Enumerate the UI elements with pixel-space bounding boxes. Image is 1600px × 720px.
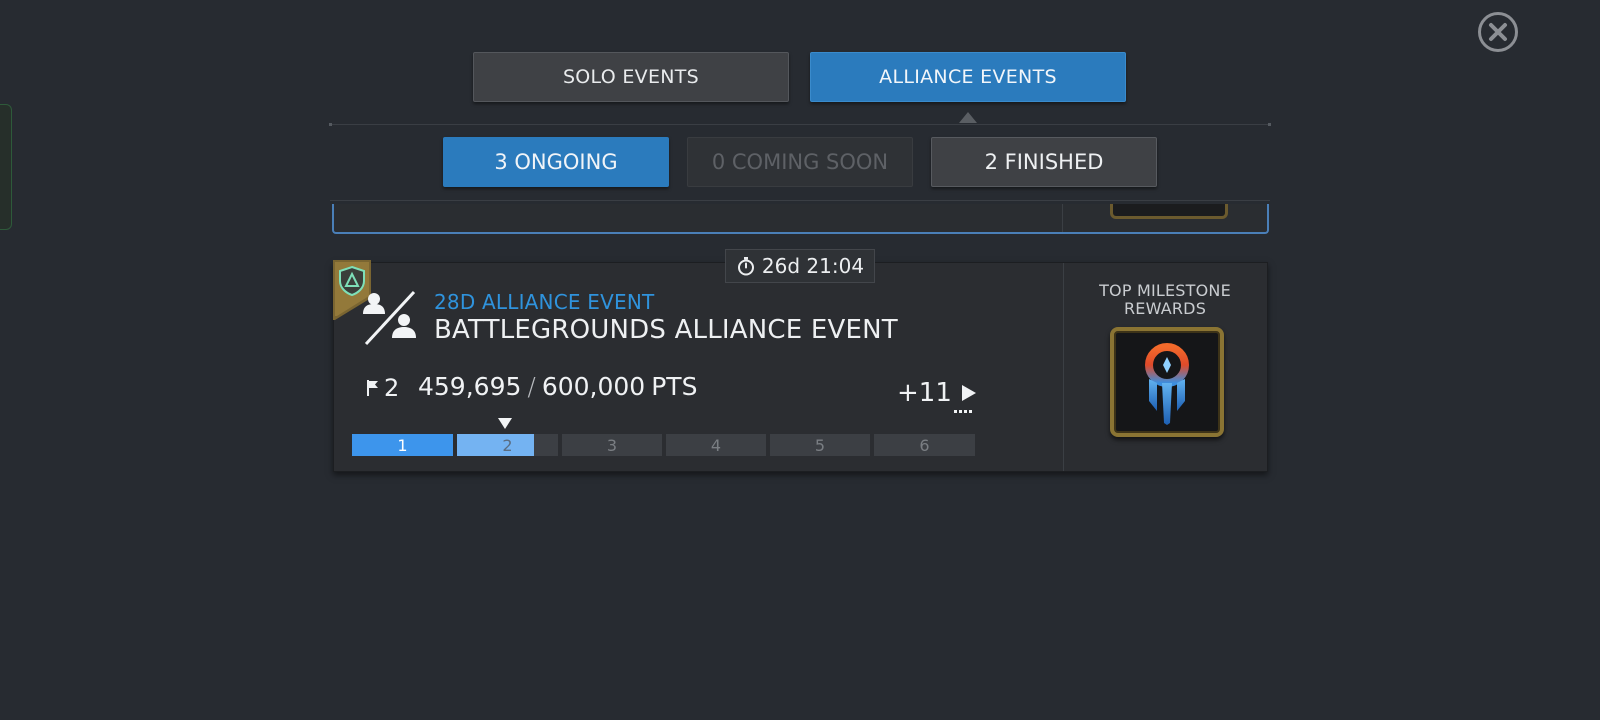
timer-text: 26d 21:04 — [761, 254, 865, 278]
milestone-segment: 4 — [666, 434, 766, 456]
tab-alliance-events[interactable]: ALLIANCE EVENTS — [810, 52, 1126, 102]
battlegrounds-icon — [363, 290, 416, 346]
filter-ongoing[interactable]: 3 ONGOING — [443, 137, 669, 187]
milestone-segment: 5 — [770, 434, 870, 456]
milestone-label: 6 — [919, 435, 930, 455]
more-milestones-count: +11 — [897, 378, 952, 408]
reward-header: TOP MILESTONE REWARDS — [1099, 281, 1231, 318]
more-milestones-button[interactable]: +11 — [897, 378, 978, 408]
milestone-segment: 1 — [352, 434, 453, 456]
divider-end-dot — [1268, 123, 1271, 126]
milestone-label: 3 — [606, 435, 618, 455]
card-separator — [1062, 204, 1063, 232]
side-panel-tab[interactable] — [0, 104, 12, 230]
points-unit: PTS — [651, 372, 698, 401]
points-separator: / — [527, 372, 536, 401]
more-dots-icon — [954, 410, 972, 413]
milestone-segment: 2 — [457, 434, 558, 456]
milestone-segment: 6 — [874, 434, 975, 456]
milestone-label: 5 — [814, 435, 826, 455]
divider-end-dot — [329, 123, 332, 126]
filters-divider — [330, 200, 1270, 201]
filter-coming-soon[interactable]: 0 COMING SOON — [687, 137, 913, 187]
active-tab-pointer — [959, 112, 977, 123]
filter-finished[interactable]: 2 FINISHED — [931, 137, 1157, 187]
close-icon — [1489, 23, 1507, 41]
milestone-progress-fill — [457, 434, 534, 456]
points-current: 459,695 — [418, 372, 522, 401]
milestone-label: 4 — [710, 435, 722, 455]
stopwatch-icon — [737, 257, 754, 276]
tab-solo-events[interactable]: SOLO EVENTS — [473, 52, 789, 102]
milestone-segment: 3 — [562, 434, 662, 456]
play-icon — [961, 385, 976, 401]
crystal-reward-icon — [1145, 343, 1189, 425]
close-button[interactable] — [1478, 12, 1518, 52]
flag-icon — [367, 380, 378, 396]
progress-marker — [498, 418, 512, 429]
tabs-divider — [330, 124, 1270, 125]
current-milestone: 2 — [366, 374, 399, 402]
event-type-label: 28D ALLIANCE EVENT — [434, 290, 655, 314]
event-points: 459,695 / 600,000 PTS — [418, 372, 697, 401]
event-title: BATTLEGROUNDS ALLIANCE EVENT — [434, 315, 898, 345]
previous-reward-frame — [1110, 204, 1228, 219]
points-target: 600,000 — [541, 372, 646, 401]
event-timer: 26d 21:04 — [725, 249, 875, 283]
milestone-number: 2 — [384, 374, 400, 402]
milestone-label: 2 — [502, 435, 513, 455]
top-reward-item[interactable] — [1110, 327, 1224, 437]
milestone-label: 1 — [397, 435, 408, 455]
